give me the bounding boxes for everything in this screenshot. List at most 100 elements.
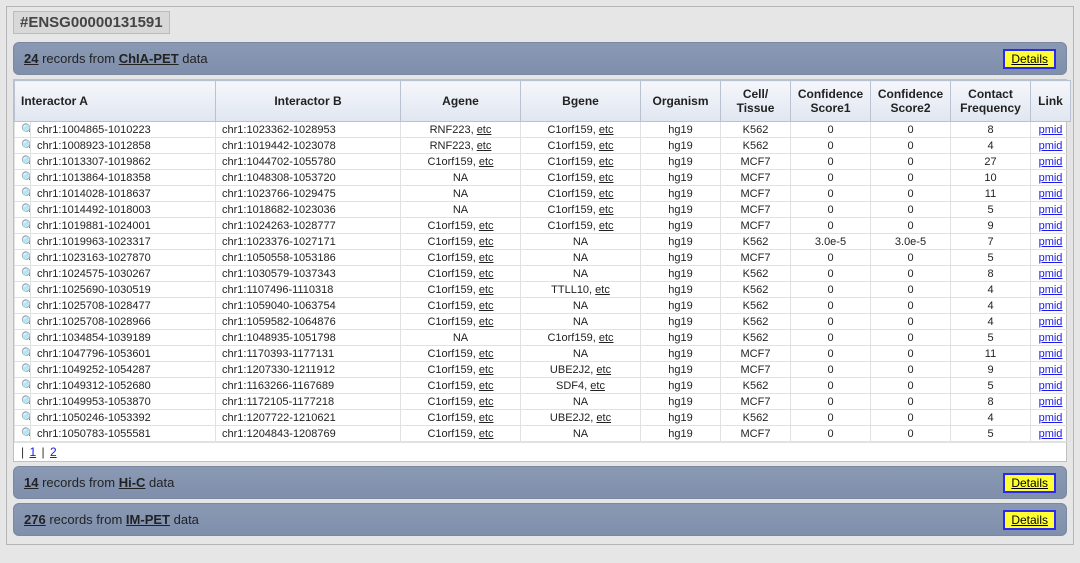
- pmid-link[interactable]: pmid: [1039, 156, 1063, 168]
- etc-link[interactable]: etc: [596, 412, 611, 424]
- etc-link[interactable]: etc: [599, 220, 614, 232]
- magnifier-icon[interactable]: 🔍: [21, 235, 31, 248]
- etc-link[interactable]: etc: [479, 220, 494, 232]
- etc-link[interactable]: etc: [479, 380, 494, 392]
- etc-link[interactable]: etc: [596, 364, 611, 376]
- etc-link[interactable]: etc: [477, 140, 492, 152]
- pmid-link[interactable]: pmid: [1039, 140, 1063, 152]
- etc-link[interactable]: etc: [479, 316, 494, 328]
- cell-bgene: NA: [521, 346, 641, 362]
- magnifier-icon[interactable]: 🔍: [21, 123, 31, 136]
- table-row: 🔍chr1:1013864-1018358chr1:1048308-105372…: [15, 170, 1071, 186]
- cell-interactor-a: chr1:1050246-1053392: [31, 410, 216, 426]
- th-agene[interactable]: Agene: [401, 81, 521, 122]
- magnifier-icon[interactable]: 🔍: [21, 267, 31, 280]
- pmid-link[interactable]: pmid: [1039, 188, 1063, 200]
- pmid-link[interactable]: pmid: [1039, 300, 1063, 312]
- pmid-link[interactable]: pmid: [1039, 364, 1063, 376]
- etc-link[interactable]: etc: [479, 300, 494, 312]
- cell-link: pmid: [1031, 234, 1071, 250]
- cell-freq: 4: [951, 314, 1031, 330]
- pmid-link[interactable]: pmid: [1039, 268, 1063, 280]
- cell-organism: hg19: [641, 234, 721, 250]
- pmid-link[interactable]: pmid: [1039, 220, 1063, 232]
- etc-link[interactable]: etc: [479, 268, 494, 280]
- etc-link[interactable]: etc: [599, 172, 614, 184]
- cell-conf1: 0: [791, 218, 871, 234]
- th-bgene[interactable]: Bgene: [521, 81, 641, 122]
- etc-link[interactable]: etc: [599, 332, 614, 344]
- table-row: 🔍chr1:1008923-1012858chr1:1019442-102307…: [15, 138, 1071, 154]
- th-link[interactable]: Link: [1031, 81, 1071, 122]
- etc-link[interactable]: etc: [599, 204, 614, 216]
- cell-organism: hg19: [641, 202, 721, 218]
- magnifier-icon[interactable]: 🔍: [21, 251, 31, 264]
- etc-link[interactable]: etc: [479, 284, 494, 296]
- magnifier-icon[interactable]: 🔍: [21, 427, 31, 440]
- pmid-link[interactable]: pmid: [1039, 284, 1063, 296]
- etc-link[interactable]: etc: [479, 396, 494, 408]
- etc-link[interactable]: etc: [479, 348, 494, 360]
- cell-agene: C1orf159, etc: [401, 298, 521, 314]
- pmid-link[interactable]: pmid: [1039, 428, 1063, 440]
- magnifier-icon[interactable]: 🔍: [21, 331, 31, 344]
- magnifier-icon[interactable]: 🔍: [21, 155, 31, 168]
- pmid-link[interactable]: pmid: [1039, 396, 1063, 408]
- pager-page-2[interactable]: 2: [50, 445, 57, 459]
- pmid-link[interactable]: pmid: [1039, 316, 1063, 328]
- th-cell-tissue[interactable]: Cell/ Tissue: [721, 81, 791, 122]
- pmid-link[interactable]: pmid: [1039, 332, 1063, 344]
- pmid-link[interactable]: pmid: [1039, 172, 1063, 184]
- pmid-link[interactable]: pmid: [1039, 124, 1063, 136]
- etc-link[interactable]: etc: [479, 156, 494, 168]
- cell-link: pmid: [1031, 266, 1071, 282]
- magnifier-icon[interactable]: 🔍: [21, 379, 31, 392]
- cell-organism: hg19: [641, 282, 721, 298]
- magnifier-icon[interactable]: 🔍: [21, 139, 31, 152]
- pmid-link[interactable]: pmid: [1039, 412, 1063, 424]
- hic-prefix: records from: [42, 475, 115, 490]
- details-button-impet[interactable]: Details: [1003, 510, 1056, 530]
- etc-link[interactable]: etc: [479, 428, 494, 440]
- th-conf2[interactable]: Confidence Score2: [871, 81, 951, 122]
- etc-link[interactable]: etc: [479, 364, 494, 376]
- details-button-chia[interactable]: Details: [1003, 49, 1056, 69]
- etc-link[interactable]: etc: [599, 124, 614, 136]
- cell-interactor-b: chr1:1163266-1167689: [216, 378, 401, 394]
- magnifier-icon[interactable]: 🔍: [21, 315, 31, 328]
- pager-page-1[interactable]: 1: [29, 445, 36, 459]
- magnifier-icon[interactable]: 🔍: [21, 347, 31, 360]
- th-organism[interactable]: Organism: [641, 81, 721, 122]
- magnifier-icon[interactable]: 🔍: [21, 363, 31, 376]
- th-conf1[interactable]: Confidence Score1: [791, 81, 871, 122]
- etc-link[interactable]: etc: [590, 380, 605, 392]
- etc-link[interactable]: etc: [479, 412, 494, 424]
- magnifier-icon[interactable]: 🔍: [21, 171, 31, 184]
- etc-link[interactable]: etc: [479, 252, 494, 264]
- magnifier-icon[interactable]: 🔍: [21, 299, 31, 312]
- magnifier-icon[interactable]: 🔍: [21, 203, 31, 216]
- th-interactor-b[interactable]: Interactor B: [216, 81, 401, 122]
- magnifier-icon[interactable]: 🔍: [21, 395, 31, 408]
- magnifier-icon[interactable]: 🔍: [21, 283, 31, 296]
- etc-link[interactable]: etc: [595, 284, 610, 296]
- cell-interactor-b: chr1:1019442-1023078: [216, 138, 401, 154]
- etc-link[interactable]: etc: [599, 140, 614, 152]
- pmid-link[interactable]: pmid: [1039, 380, 1063, 392]
- magnifier-icon[interactable]: 🔍: [21, 411, 31, 424]
- etc-link[interactable]: etc: [479, 236, 494, 248]
- details-button-hic[interactable]: Details: [1003, 473, 1056, 493]
- magnifier-icon[interactable]: 🔍: [21, 219, 31, 232]
- etc-link[interactable]: etc: [599, 188, 614, 200]
- th-contact-freq[interactable]: Contact Frequency: [951, 81, 1031, 122]
- etc-link[interactable]: etc: [599, 156, 614, 168]
- th-interactor-a[interactable]: Interactor A: [15, 81, 216, 122]
- pmid-link[interactable]: pmid: [1039, 204, 1063, 216]
- table-row: 🔍chr1:1049252-1054287chr1:1207330-121191…: [15, 362, 1071, 378]
- cell-cell-tissue: MCF7: [721, 202, 791, 218]
- pmid-link[interactable]: pmid: [1039, 236, 1063, 248]
- pmid-link[interactable]: pmid: [1039, 252, 1063, 264]
- magnifier-icon[interactable]: 🔍: [21, 187, 31, 200]
- etc-link[interactable]: etc: [477, 124, 492, 136]
- pmid-link[interactable]: pmid: [1039, 348, 1063, 360]
